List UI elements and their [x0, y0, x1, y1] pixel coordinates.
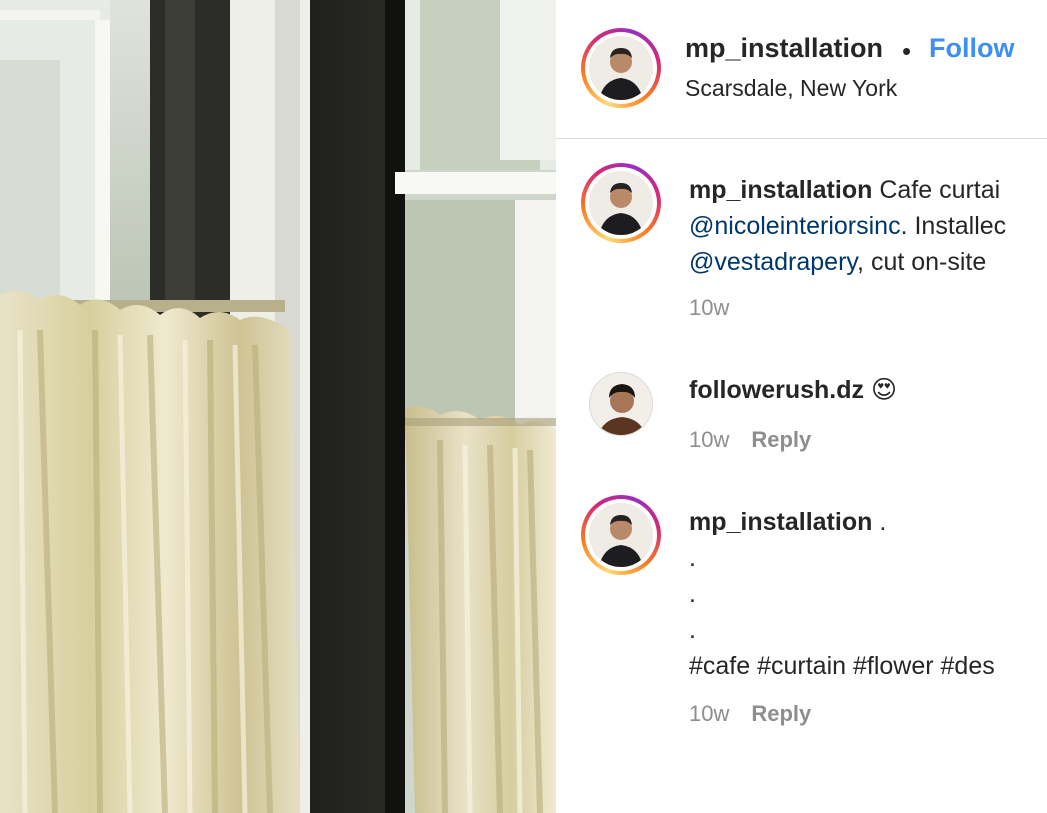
- caption-username[interactable]: mp_installation: [689, 176, 872, 204]
- person-avatar-icon: [589, 36, 653, 100]
- comment-meta: 10w Reply: [689, 427, 811, 453]
- comment-timestamp[interactable]: 10w: [689, 701, 729, 726]
- caption-meta: 10w: [689, 295, 729, 321]
- author-username[interactable]: mp_installation: [685, 33, 883, 64]
- hashtag-links[interactable]: #cafe #curtain #flower #des: [689, 648, 995, 684]
- reply-button[interactable]: Reply: [751, 427, 811, 452]
- caption-line-1: mp_installation Cafe curtai: [689, 172, 1000, 208]
- caption-text: Cafe curtai: [872, 176, 1001, 204]
- commenter-avatar[interactable]: [581, 495, 661, 575]
- commenter-username[interactable]: mp_installation: [689, 508, 872, 536]
- comment-text: .: [872, 508, 887, 536]
- post-image[interactable]: [0, 0, 556, 813]
- curtain-photo-illustration: [0, 0, 556, 813]
- comment-timestamp[interactable]: 10w: [689, 295, 729, 320]
- follow-button[interactable]: Follow: [929, 33, 1014, 64]
- person-avatar-icon: [589, 503, 653, 567]
- commenter-username[interactable]: followerush.dz: [689, 376, 864, 404]
- person-avatar-icon: [590, 373, 652, 435]
- mention-link[interactable]: @nicoleinteriorsinc: [689, 212, 901, 240]
- comment-line: followerush.dz 😍: [689, 372, 897, 408]
- comment-meta: 10w Reply: [689, 701, 811, 727]
- emoji: 😍: [870, 376, 898, 404]
- comment-dot-line: .: [689, 580, 696, 608]
- reply-button[interactable]: Reply: [751, 701, 811, 726]
- post-header: mp_installation • Follow Scarsdale, New …: [556, 0, 1047, 139]
- header-separator: •: [902, 36, 912, 66]
- comment-line: mp_installation .: [689, 504, 886, 540]
- post-location[interactable]: Scarsdale, New York: [685, 75, 897, 102]
- caption-line-3: @vestadrapery, cut on-site: [689, 244, 986, 280]
- comment-dot-line: .: [689, 616, 696, 644]
- comment-dot-line: .: [689, 544, 696, 572]
- caption-text: . Installec: [900, 212, 1007, 240]
- post-sidebar: mp_installation • Follow Scarsdale, New …: [556, 0, 1047, 813]
- comment-timestamp[interactable]: 10w: [689, 427, 729, 452]
- person-avatar-icon: [589, 171, 653, 235]
- caption-author-avatar[interactable]: [581, 163, 661, 243]
- author-avatar[interactable]: [581, 28, 661, 108]
- caption-line-2: @nicoleinteriorsinc. Installec: [689, 208, 1006, 244]
- caption-text: , cut on-site: [857, 248, 987, 276]
- commenter-avatar[interactable]: [589, 372, 653, 436]
- mention-link[interactable]: @vestadrapery: [689, 248, 857, 276]
